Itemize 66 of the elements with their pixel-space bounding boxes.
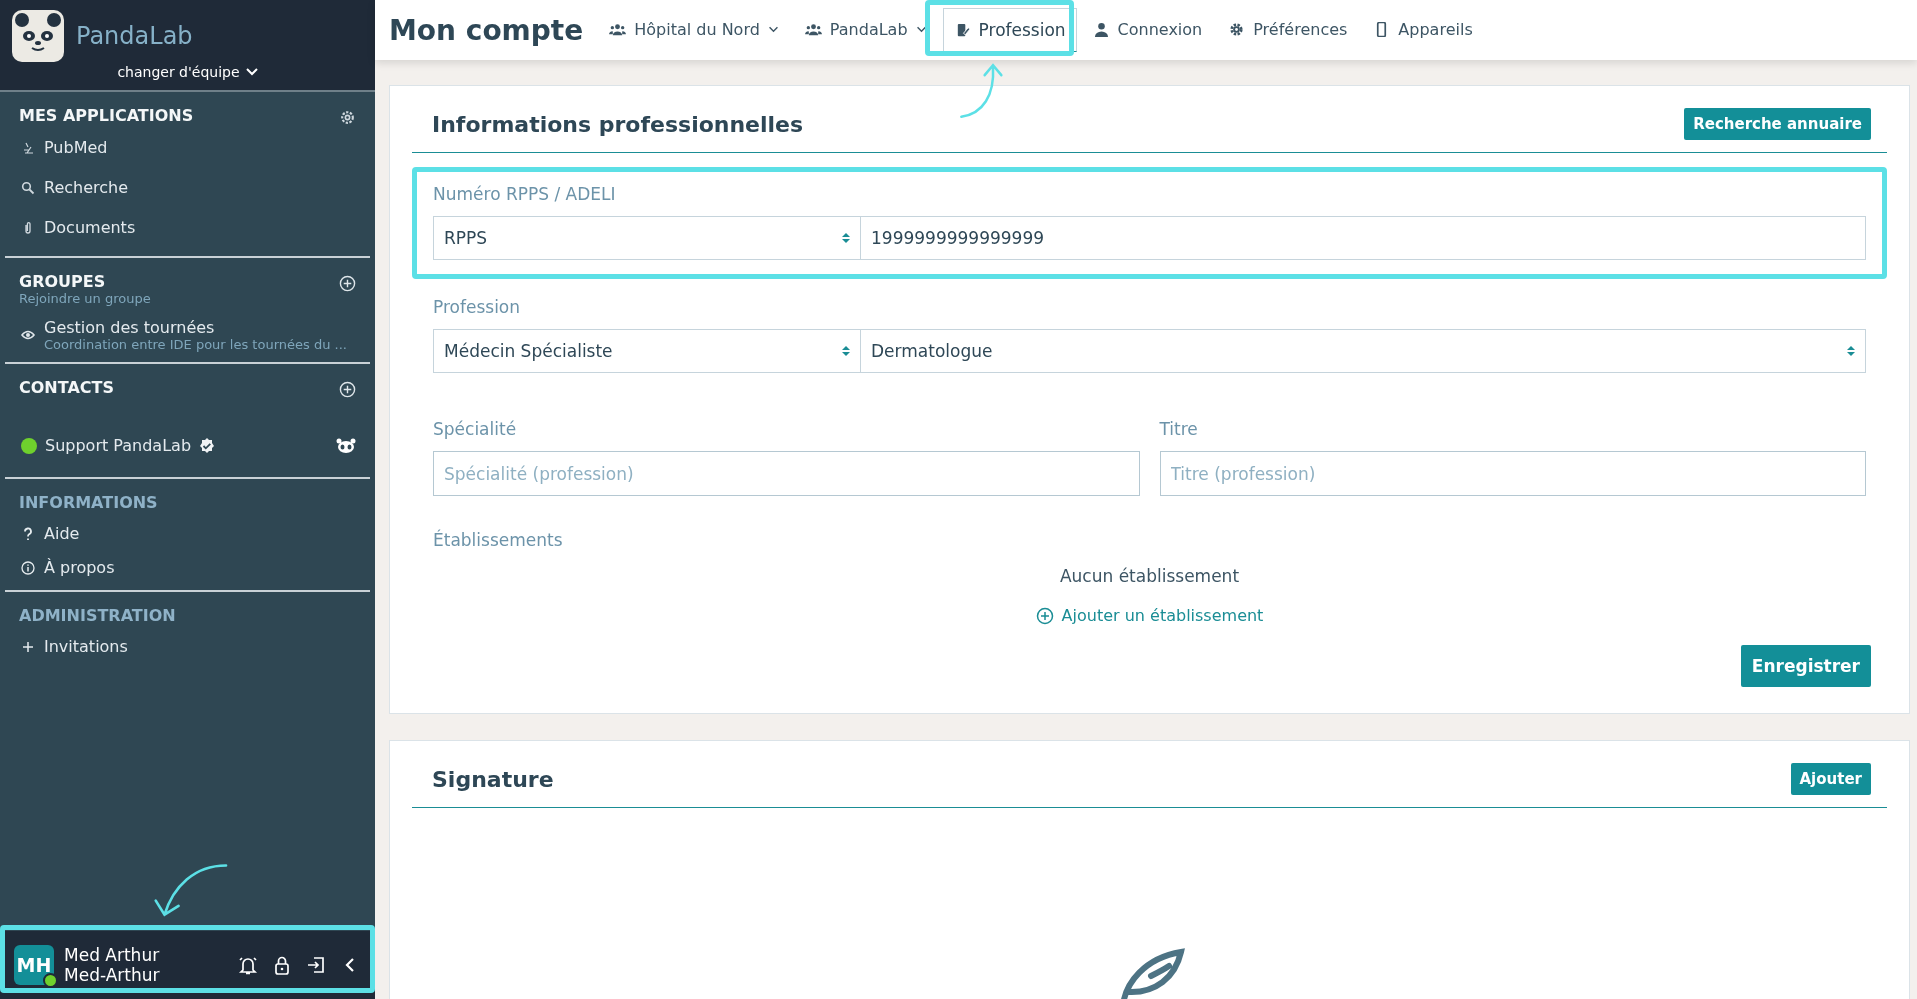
user-avatar[interactable]: MH [14, 945, 54, 985]
section-title: CONTACTS [19, 378, 114, 397]
bell-icon[interactable] [237, 954, 259, 976]
section-title: INFORMATIONS [19, 493, 158, 512]
add-button[interactable]: Ajouter [1790, 763, 1871, 795]
nav-tab[interactable]: Connexion [1082, 12, 1213, 48]
add-establishment-link[interactable]: Ajouter un établissement [1035, 606, 1264, 625]
plus-icon [21, 639, 35, 654]
field-label: Titre [1159, 419, 1199, 439]
chevron-down-icon [245, 68, 258, 76]
logout-icon[interactable] [305, 954, 327, 976]
eye-icon [21, 328, 35, 342]
people-icon [804, 22, 822, 37]
section-title: MES APPLICATIONS [19, 106, 194, 125]
sort-arrows-icon [1847, 345, 1855, 357]
app-name: PandaLab [76, 22, 193, 50]
field-label: Spécialité [433, 419, 518, 439]
group-item[interactable]: Gestion des tournées Coordination entre IDE pour les tournées du ... [19, 306, 356, 352]
menu-item[interactable]: Aide [19, 512, 80, 546]
nav-tab[interactable]: PandaLab [794, 12, 937, 48]
add-circle-icon[interactable] [339, 275, 356, 292]
section-title: GROUPES [19, 272, 107, 291]
specialty-input[interactable]: Spécialité (profession) [433, 451, 1140, 496]
save-button[interactable]: Enregistrer [1740, 645, 1871, 687]
app-item[interactable]: Documents [19, 206, 136, 246]
nav-tab[interactable]: Profession [942, 8, 1077, 52]
page-title: Mon compte [389, 13, 584, 47]
menu-item[interactable]: À propos [19, 546, 115, 580]
sort-arrows-icon [842, 345, 850, 357]
select-field[interactable]: Dermatologue [861, 329, 1866, 373]
person-icon [1092, 22, 1110, 37]
panda-icon [336, 437, 356, 454]
empty-message: Aucun établissement [1058, 566, 1241, 586]
nav-tab[interactable]: Hôpital du Nord [599, 12, 789, 48]
user-handle: Med-Arthur [64, 965, 160, 986]
select-field[interactable]: RPPS [433, 216, 861, 260]
app-item[interactable]: Recherche [19, 166, 129, 206]
directory-search-button[interactable]: Recherche annuaire [1684, 108, 1871, 140]
join-group-link[interactable]: Rejoindre un groupe [19, 291, 151, 306]
info-icon [21, 560, 35, 575]
menu-item[interactable]: Invitations [19, 625, 128, 659]
user-name: Med Arthur [64, 944, 160, 965]
settings-icon[interactable] [339, 109, 356, 126]
chevron-down-icon [767, 26, 779, 33]
team-switcher[interactable]: changer d'équipe [113, 62, 262, 82]
sort-arrows-icon [842, 232, 850, 244]
chevron-down-icon [915, 26, 927, 33]
rpps-number-field[interactable]: 1999999999999999 [861, 216, 1866, 260]
field-label: Établissements [432, 528, 564, 550]
search-icon [21, 180, 35, 195]
card-title: Signature [432, 766, 554, 792]
nav-tab[interactable]: Préférences [1218, 12, 1358, 48]
field-label: Numéro RPPS / ADELI [433, 184, 617, 204]
panda-logo-icon[interactable] [12, 10, 64, 62]
question-icon [21, 526, 35, 541]
contact-name[interactable]: Support PandaLab [45, 436, 192, 455]
add-circle-icon [1035, 606, 1054, 625]
nav-tab[interactable]: Appareils [1363, 12, 1483, 48]
people-icon [609, 22, 627, 37]
card-title: Informations professionnelles [432, 111, 804, 137]
title-input[interactable]: Titre (profession) [1159, 451, 1866, 496]
app-item[interactable]: PubMed [19, 126, 108, 166]
add-circle-icon[interactable] [339, 381, 356, 398]
select-field[interactable]: Médecin Spécialiste [433, 329, 861, 373]
section-title: ADMINISTRATION [19, 606, 176, 625]
field-label: Profession [433, 297, 522, 317]
